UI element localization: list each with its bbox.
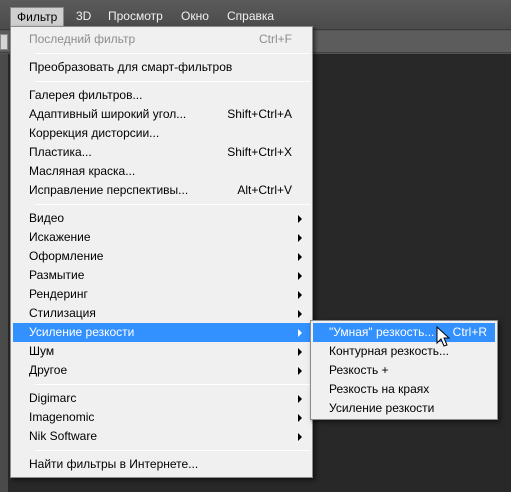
menu-item-label: Другое bbox=[29, 363, 68, 377]
submenu-arrow-icon bbox=[298, 310, 302, 318]
menu-item-digimarc[interactable]: Digimarc bbox=[13, 389, 310, 408]
menu-separator bbox=[35, 450, 310, 451]
menu-item-shortcut: Ctrl+R bbox=[452, 325, 487, 339]
menu-item-design[interactable]: Оформление bbox=[13, 247, 310, 266]
submenu-arrow-icon bbox=[298, 253, 302, 261]
menu-item-label: Исправление перспективы... bbox=[29, 183, 189, 197]
menu-item-blur[interactable]: Размытие bbox=[13, 266, 310, 285]
menu-item-liquify[interactable]: Пластика... Shift+Ctrl+X bbox=[13, 143, 310, 162]
menu-item-vanishing-point[interactable]: Исправление перспективы... Alt+Ctrl+V bbox=[13, 181, 310, 200]
submenu-item-sharpen-plus[interactable]: Резкость + bbox=[313, 361, 495, 380]
menu-item-label: Digimarc bbox=[29, 391, 77, 405]
sharpen-submenu: "Умная" резкость... Ctrl+R Контурная рез… bbox=[310, 320, 498, 420]
menu-item-shortcut: Ctrl+F bbox=[259, 32, 292, 46]
menu-item-video[interactable]: Видео bbox=[13, 209, 310, 228]
menu-separator bbox=[35, 53, 310, 54]
menu-help[interactable]: Справка bbox=[221, 7, 280, 27]
submenu-item-smart-sharpen[interactable]: "Умная" резкость... Ctrl+R bbox=[313, 323, 495, 342]
menu-item-label: Шум bbox=[29, 344, 55, 358]
submenu-item-sharpen[interactable]: Усиление резкости bbox=[313, 399, 495, 418]
menu-item-label: Последний фильтр bbox=[29, 32, 136, 46]
menu-item-label: Стилизация bbox=[29, 306, 96, 320]
submenu-arrow-icon bbox=[298, 395, 302, 403]
menu-item-last-filter: Последний фильтр Ctrl+F bbox=[13, 30, 310, 49]
menu-item-label: Оформление bbox=[29, 249, 104, 263]
menu-item-label: Размытие bbox=[29, 268, 85, 282]
menu-item-label: Усиление резкости bbox=[29, 325, 135, 339]
submenu-arrow-icon bbox=[298, 414, 302, 422]
menu-item-distort[interactable]: Искажение bbox=[13, 228, 310, 247]
menu-item-label: Резкость + bbox=[329, 363, 389, 377]
menu-item-label: Контурная резкость... bbox=[329, 344, 449, 358]
menu-item-other[interactable]: Другое bbox=[13, 361, 310, 380]
menu-item-label: Пластика... bbox=[29, 145, 92, 159]
menu-item-label: Найти фильтры в Интернете... bbox=[29, 457, 199, 471]
menu-separator bbox=[35, 81, 310, 82]
submenu-arrow-icon bbox=[298, 329, 302, 337]
submenu-arrow-icon bbox=[298, 367, 302, 375]
menu-item-shortcut: Shift+Ctrl+X bbox=[227, 145, 292, 159]
menu-item-label: Nik Software bbox=[29, 429, 98, 443]
filter-menu-dropdown: Последний фильтр Ctrl+F Преобразовать дл… bbox=[10, 26, 313, 478]
menu-item-label: "Умная" резкость... bbox=[329, 325, 435, 339]
submenu-arrow-icon bbox=[298, 272, 302, 280]
menu-filter[interactable]: Фильтр bbox=[10, 7, 65, 27]
menu-item-convert-smart-filters[interactable]: Преобразовать для смарт-фильтров bbox=[13, 58, 310, 77]
menu-item-sharpen[interactable]: Усиление резкости bbox=[13, 323, 310, 342]
menu-item-oil-paint[interactable]: Масляная краска... bbox=[13, 162, 310, 181]
menu-item-shortcut: Alt+Ctrl+V bbox=[237, 183, 292, 197]
menu-item-label: Преобразовать для смарт-фильтров bbox=[29, 60, 233, 74]
submenu-arrow-icon bbox=[298, 215, 302, 223]
menu-item-label: Резкость на краях bbox=[329, 382, 430, 396]
menu-3d[interactable]: 3D bbox=[70, 7, 97, 27]
menu-item-label: Галерея фильтров... bbox=[29, 88, 143, 102]
submenu-item-unsharp-mask[interactable]: Контурная резкость... bbox=[313, 342, 495, 361]
menu-item-label: Усиление резкости bbox=[329, 401, 435, 415]
menu-item-label: Адаптивный широкий угол... bbox=[29, 107, 187, 121]
menu-item-render[interactable]: Рендеринг bbox=[13, 285, 310, 304]
menu-item-label: Видео bbox=[29, 211, 65, 225]
menu-item-browse-filters-online[interactable]: Найти фильтры в Интернете... bbox=[13, 455, 310, 474]
submenu-arrow-icon bbox=[298, 433, 302, 441]
menu-window[interactable]: Окно bbox=[175, 7, 215, 27]
submenu-arrow-icon bbox=[298, 291, 302, 299]
menu-item-label: Imagenomic bbox=[29, 410, 95, 424]
menu-item-nik-software[interactable]: Nik Software bbox=[13, 427, 310, 446]
options-chip bbox=[0, 34, 8, 50]
submenu-arrow-icon bbox=[298, 234, 302, 242]
menu-item-label: Масляная краска... bbox=[29, 164, 136, 178]
menu-item-imagenomic[interactable]: Imagenomic bbox=[13, 408, 310, 427]
menu-item-noise[interactable]: Шум bbox=[13, 342, 310, 361]
menu-separator bbox=[35, 204, 310, 205]
menu-item-lens-correction[interactable]: Коррекция дисторсии... bbox=[13, 124, 310, 143]
submenu-arrow-icon bbox=[298, 348, 302, 356]
menu-item-filter-gallery[interactable]: Галерея фильтров... bbox=[13, 86, 310, 105]
menu-separator bbox=[35, 384, 310, 385]
menu-view[interactable]: Просмотр bbox=[102, 7, 169, 27]
menu-item-stylize[interactable]: Стилизация bbox=[13, 304, 310, 323]
mouse-cursor-icon bbox=[436, 326, 451, 347]
menu-item-shortcut: Shift+Ctrl+A bbox=[227, 107, 292, 121]
tools-panel-edge bbox=[0, 54, 8, 492]
menu-item-adaptive-wide-angle[interactable]: Адаптивный широкий угол... Shift+Ctrl+A bbox=[13, 105, 310, 124]
menu-item-label: Искажение bbox=[29, 230, 91, 244]
menu-item-label: Рендеринг bbox=[29, 287, 88, 301]
submenu-item-sharpen-edges[interactable]: Резкость на краях bbox=[313, 380, 495, 399]
menu-item-label: Коррекция дисторсии... bbox=[29, 126, 160, 140]
